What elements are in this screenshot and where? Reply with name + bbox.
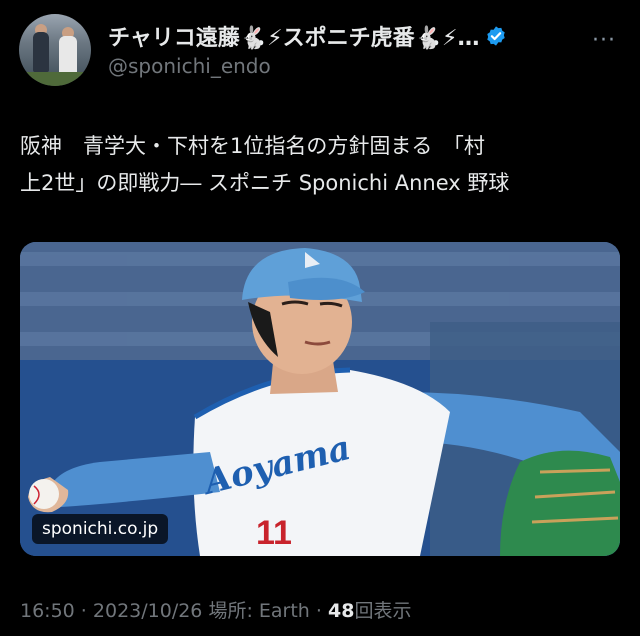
location-label: 場所: Earth (208, 600, 310, 622)
timestamp-date[interactable]: 2023/10/26 (93, 600, 203, 622)
tweet-header: チャリコ遠藤🐇⚡スポニチ虎番🐇⚡… ··· @sponichi_endo (0, 0, 640, 100)
avatar[interactable] (19, 14, 91, 86)
tweet-text-line: 上2世」の即戦力― スポニチ Sponichi Annex 野球 (20, 171, 510, 195)
views-label: 回表示 (354, 600, 412, 622)
link-domain-badge[interactable]: sponichi.co.jp (32, 514, 169, 544)
link-card-image[interactable]: Aoyama 11 sponichi.co.jp (20, 242, 620, 556)
tweet-text-line: 阪神 青学大・下村を1位指名の方針固まる 「村 (20, 134, 485, 158)
verified-badge-icon (487, 26, 506, 46)
views-count: 48 (327, 600, 355, 622)
more-options-button[interactable]: ··· (592, 28, 616, 53)
pitcher-photo: Aoyama 11 (20, 242, 620, 556)
tweet-text: 阪神 青学大・下村を1位指名の方針固まる 「村 上2世」の即戦力― スポニチ S… (20, 128, 620, 202)
timestamp-time[interactable]: 16:50 (20, 600, 75, 622)
display-name[interactable]: チャリコ遠藤🐇⚡スポニチ虎番🐇⚡… (108, 20, 479, 52)
tweet-metadata: 16:50 · 2023/10/26 場所: Earth · 48回表示 (20, 600, 412, 622)
jersey-number: 11 (256, 514, 292, 552)
user-handle[interactable]: @sponichi_endo (108, 54, 271, 78)
name-row: チャリコ遠藤🐇⚡スポニチ虎番🐇⚡… (108, 20, 507, 52)
